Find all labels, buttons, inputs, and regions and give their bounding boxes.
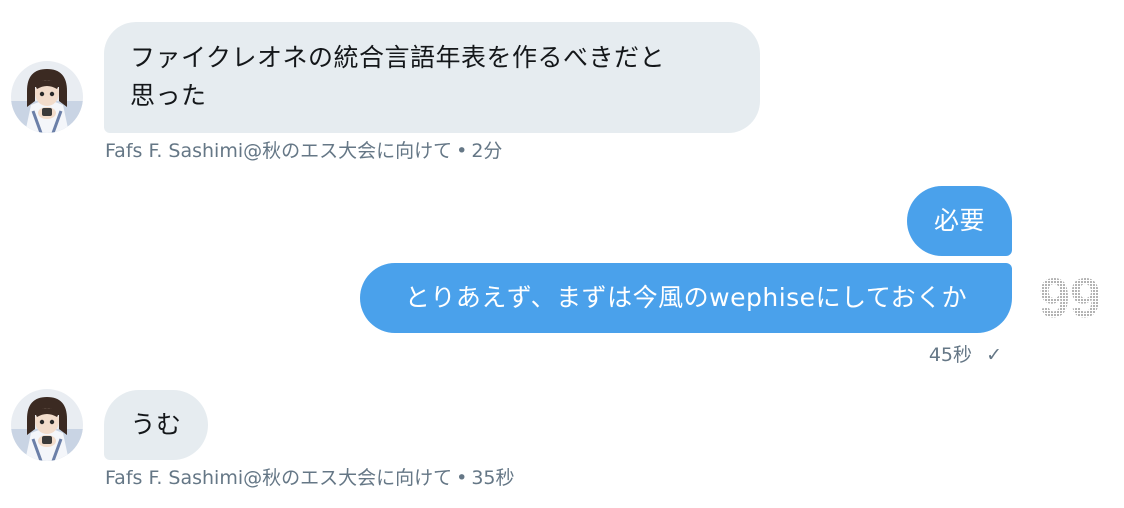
ascii-art-99-image: 99 xyxy=(1039,272,1101,322)
meta-separator: • xyxy=(456,467,468,489)
meta-separator: • xyxy=(456,140,468,162)
checkmark-icon: ✓ xyxy=(986,344,1002,366)
message-timestamp: 35秒 xyxy=(471,467,515,489)
message-meta: Fafs F. Sashimi@秋のエス大会に向けて • 35秒 xyxy=(105,466,515,490)
message-bubble-outgoing[interactable]: 必要 xyxy=(907,186,1012,256)
dm-conversation: ファイクレオネの統合言語年表を作るべきだと 思った Fafs F. Sashim… xyxy=(0,0,1124,508)
avatar[interactable] xyxy=(11,61,83,133)
sender-name[interactable]: Fafs F. Sashimi@秋のエス大会に向けて xyxy=(105,140,452,162)
message-timestamp: 45秒 xyxy=(928,344,973,366)
message-text-line: 思った xyxy=(130,81,207,110)
user-avatar-icon xyxy=(11,389,83,461)
message-text: うむ xyxy=(130,410,182,439)
message-text: とりあえず、まずは今風のwephiseにしておくか xyxy=(404,283,968,312)
user-avatar-icon xyxy=(11,61,83,133)
message-bubble-outgoing[interactable]: とりあえず、まずは今風のwephiseにしておくか xyxy=(360,263,1012,333)
avatar[interactable] xyxy=(11,389,83,461)
sender-name[interactable]: Fafs F. Sashimi@秋のエス大会に向けて xyxy=(105,467,452,489)
message-bubble-incoming[interactable]: うむ xyxy=(104,390,208,460)
message-bubble-incoming[interactable]: ファイクレオネの統合言語年表を作るべきだと 思った xyxy=(104,22,760,133)
message-text: 必要 xyxy=(933,206,985,235)
message-text-line: ファイクレオネの統合言語年表を作るべきだと xyxy=(130,43,666,72)
message-meta: Fafs F. Sashimi@秋のエス大会に向けて • 2分 xyxy=(105,139,502,163)
message-timestamp: 2分 xyxy=(471,140,503,162)
message-meta: 45秒 ✓ xyxy=(929,343,1002,367)
ascii-art-text: 99 xyxy=(1039,272,1101,322)
